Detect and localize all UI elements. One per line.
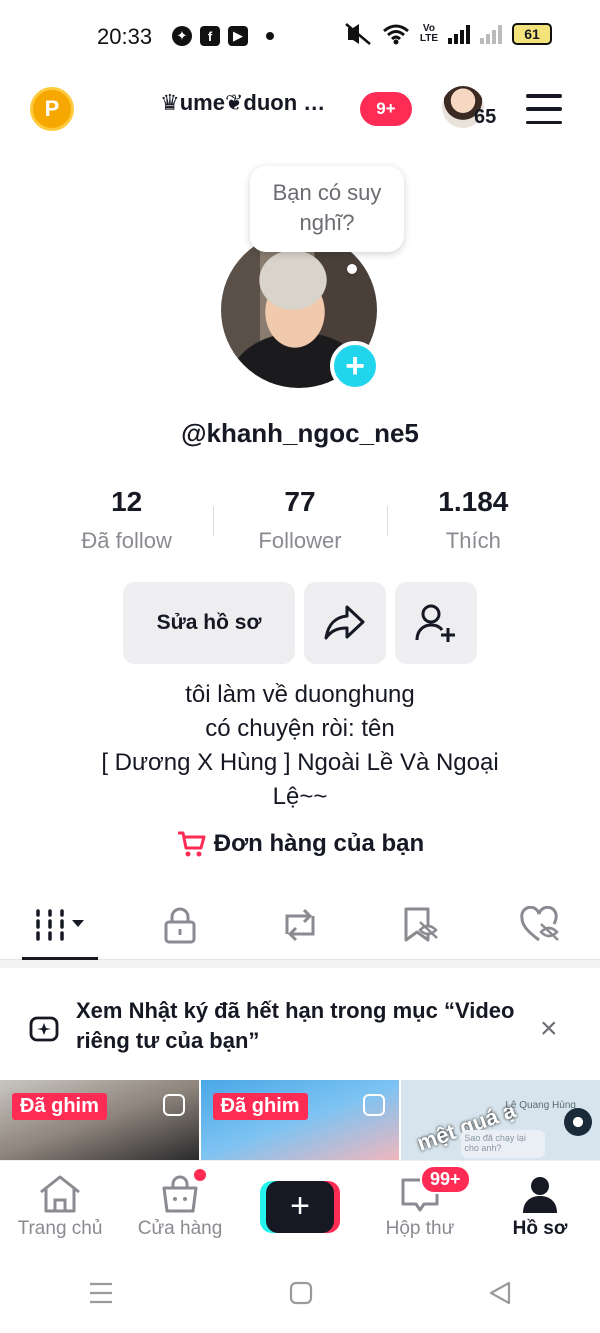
heart-hidden-icon (520, 905, 559, 941)
orders-link[interactable]: Đơn hàng của bạn (0, 830, 600, 858)
add-friend-button[interactable] (395, 582, 477, 664)
stat-following[interactable]: 12 Đã follow (40, 486, 213, 566)
back-icon[interactable] (488, 1281, 512, 1305)
thought-bubble[interactable]: Bạn có suy nghĩ? (250, 166, 404, 252)
bottom-nav: Trang chủ Cửa hàng + 99+ Hộp thư Hồ sơ (0, 1160, 600, 1252)
status-right: Vo LTE 61 (344, 22, 552, 46)
tab-private[interactable] (140, 894, 220, 956)
username-switcher[interactable]: ♛ume❦duon … (160, 90, 325, 116)
mute-icon (345, 23, 371, 45)
sparkle-camera-icon (29, 1016, 59, 1042)
recent-apps-icon[interactable] (88, 1281, 114, 1305)
tab-videos[interactable] (20, 894, 100, 960)
battery-icon: 61 (512, 23, 552, 45)
video-grid: Đã ghim Đã ghim mệt quá ạ Lê Quang Hùng … (0, 1080, 600, 1160)
plus-icon: + (266, 1180, 334, 1233)
share-icon (324, 605, 365, 640)
thumbnail-chat-bubble: Sao đã chạy lại cho anh? (461, 1130, 546, 1158)
menu-icon[interactable] (526, 94, 562, 124)
video-thumbnail[interactable]: mệt quá ạ Lê Quang Hùng Sao đã chạy lại … (401, 1080, 600, 1160)
tab-reposts[interactable] (260, 894, 340, 956)
profile-bio: tôi làm về duonghung có chuyện ròi: tên … (101, 681, 499, 810)
status-time: 20:33 (97, 24, 153, 49)
nav-shop[interactable]: Cửa hàng (120, 1161, 240, 1252)
orders-label: Đơn hàng của bạn (213, 830, 425, 857)
inbox-badge: 99+ (420, 1165, 471, 1194)
nav-home[interactable]: Trang chủ (0, 1161, 120, 1252)
volte-icon: Vo LTE (419, 23, 438, 44)
coin-icon[interactable]: P (30, 87, 74, 131)
wifi-icon (382, 24, 409, 45)
video-call-icon: ▶ (228, 26, 248, 46)
status-app-icons: ✦ f ▶ (172, 26, 274, 46)
repost-icon (285, 908, 315, 941)
messenger-icon: ✦ (172, 26, 192, 46)
grid-icon (36, 908, 84, 941)
shopping-bag-icon (162, 1175, 198, 1212)
thumbnail-chat-name: Lê Quang Hùng (505, 1100, 576, 1111)
profile-tabs (0, 890, 600, 960)
pinned-badge: Đã ghim (12, 1093, 107, 1120)
signal-icon (448, 24, 470, 44)
facebook-icon: f (200, 26, 220, 46)
profile-handle: @khanh_ngoc_ne5 (181, 418, 419, 448)
home-button-icon[interactable] (289, 1281, 313, 1305)
profile-top-bar: P ♛ume❦duon … 9+ 65 (0, 82, 600, 138)
notice-text: Xem Nhật ký đã hết hạn trong mục “Video … (76, 998, 515, 1053)
video-thumbnail[interactable]: Đã ghim (0, 1080, 199, 1160)
home-icon (40, 1175, 80, 1212)
pinned-badge: Đã ghim (212, 1093, 308, 1120)
video-thumbnail[interactable]: Đã ghim (200, 1080, 400, 1160)
close-icon[interactable]: × (540, 1012, 558, 1046)
more-notifications-icon (266, 32, 274, 40)
select-checkbox[interactable] (363, 1094, 386, 1116)
tab-favorites[interactable] (380, 894, 460, 956)
share-profile-button[interactable] (304, 582, 386, 664)
tab-liked[interactable] (500, 894, 580, 956)
expired-diary-notice[interactable]: Xem Nhật ký đã hết hạn trong mục “Video … (0, 960, 600, 1080)
stat-likes[interactable]: 1.184 Thích (386, 486, 560, 566)
cart-icon (177, 831, 206, 857)
lock-icon (164, 907, 196, 943)
visitor-count: 65 (474, 106, 497, 128)
add-story-button[interactable]: + (330, 341, 380, 391)
system-nav-bar (0, 1252, 600, 1333)
nav-create[interactable]: + (240, 1161, 360, 1252)
status-bar: 20:33 ✦ f ▶ Vo LTE 61 (0, 0, 600, 76)
nav-profile[interactable]: Hồ sơ (480, 1161, 600, 1252)
profile-actions: Sửa hồ sơ (123, 582, 477, 664)
profile-icon (523, 1176, 557, 1213)
nav-inbox[interactable]: 99+ Hộp thư (360, 1161, 480, 1252)
profile-stats: 12 Đã follow 77 Follower 1.184 Thích (40, 486, 560, 566)
thumbnail-chat-avatar (564, 1108, 593, 1136)
signal2-icon (480, 24, 502, 44)
stat-followers[interactable]: 77 Follower (213, 486, 386, 566)
edit-profile-button[interactable]: Sửa hồ sơ (123, 582, 295, 664)
shop-notification-dot (194, 1169, 207, 1181)
create-button[interactable]: + (260, 1180, 340, 1233)
add-user-icon (415, 604, 455, 642)
select-checkbox[interactable] (162, 1094, 185, 1116)
notification-badge[interactable]: 9+ (360, 92, 412, 126)
bookmark-hidden-icon (404, 907, 438, 941)
thought-bubble-tail (347, 264, 357, 274)
